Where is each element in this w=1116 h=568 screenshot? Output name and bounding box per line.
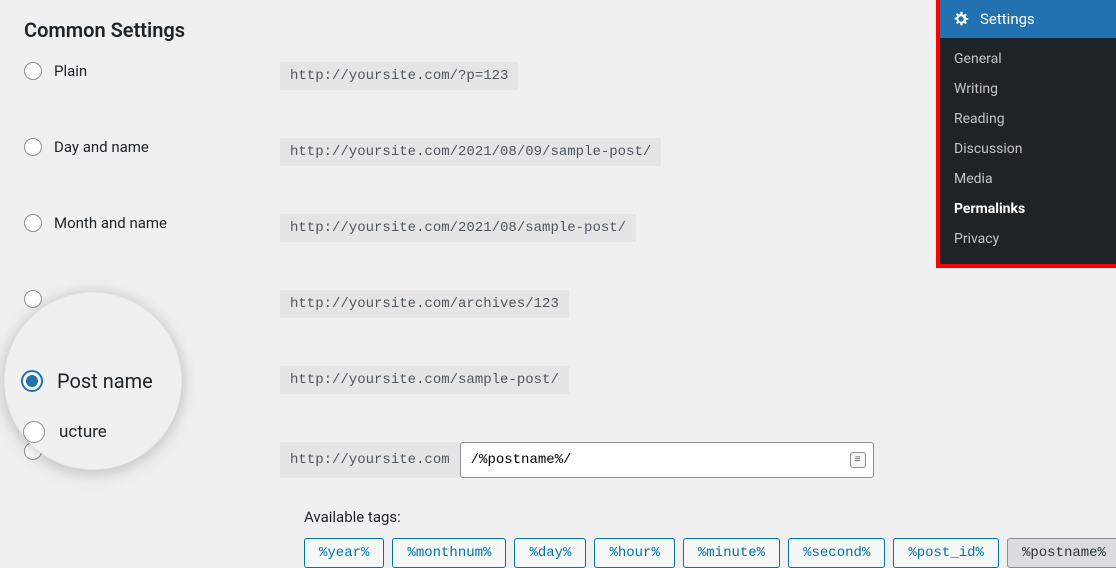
custom-structure-input[interactable] [460,442,874,478]
tag-year[interactable]: %year% [304,538,384,568]
sidebar-settings-header[interactable]: Settings [940,0,1116,38]
mag-label-post-name: Post name [57,369,153,393]
mag-label-custom: ucture [59,422,107,442]
available-tags-label: Available tags: [304,508,1116,526]
sidebar-item-privacy[interactable]: Privacy [940,224,1116,254]
tag-postname[interactable]: %postname% [1007,538,1116,568]
radio-day-name[interactable] [24,138,42,156]
sidebar-item-writing[interactable]: Writing [940,74,1116,104]
sidebar-item-general[interactable]: General [940,44,1116,74]
sidebar-item-media[interactable]: Media [940,164,1116,194]
label-plain: Plain [54,62,87,80]
tag-hour[interactable]: %hour% [594,538,674,568]
input-indicator-icon: ≡ [850,452,866,468]
example-day-name: http://yoursite.com/2021/08/09/sample-po… [280,138,661,166]
example-month-name: http://yoursite.com/2021/08/sample-post/ [280,214,636,242]
tag-day[interactable]: %day% [514,538,586,568]
sidebar-title: Settings [980,10,1035,28]
magnifier-lens: Post name ucture [4,292,182,470]
sidebar-item-permalinks[interactable]: Permalinks [940,194,1116,224]
label-day-name: Day and name [54,138,149,156]
mag-radio-post-name [21,370,43,392]
tag-second[interactable]: %second% [788,538,885,568]
option-row-custom: ucture http://yoursite.com ≡ [24,442,1116,478]
example-post-name: http://yoursite.com/sample-post/ [280,366,569,394]
settings-sidebar: Settings General Writing Reading Discuss… [936,0,1116,268]
tag-minute[interactable]: %minute% [683,538,780,568]
example-plain: http://yoursite.com/?p=123 [280,62,518,90]
settings-icon [952,10,970,28]
option-row-numeric: http://yoursite.com/archives/123 [24,290,1116,318]
radio-plain[interactable] [24,62,42,80]
radio-month-name[interactable] [24,214,42,232]
tag-monthnum[interactable]: %monthnum% [392,538,506,568]
available-tags: %year% %monthnum% %day% %hour% %minute% … [304,538,1116,568]
tag-post-id[interactable]: %post_id% [893,538,999,568]
example-numeric: http://yoursite.com/archives/123 [280,290,569,318]
option-row-post-name: Post name http://yoursite.com/sample-pos… [24,366,1116,394]
sidebar-item-reading[interactable]: Reading [940,104,1116,134]
label-month-name: Month and name [54,214,167,232]
radio-numeric[interactable] [24,290,42,308]
mag-radio-custom [23,421,45,443]
sidebar-item-discussion[interactable]: Discussion [940,134,1116,164]
custom-prefix: http://yoursite.com [280,442,460,478]
